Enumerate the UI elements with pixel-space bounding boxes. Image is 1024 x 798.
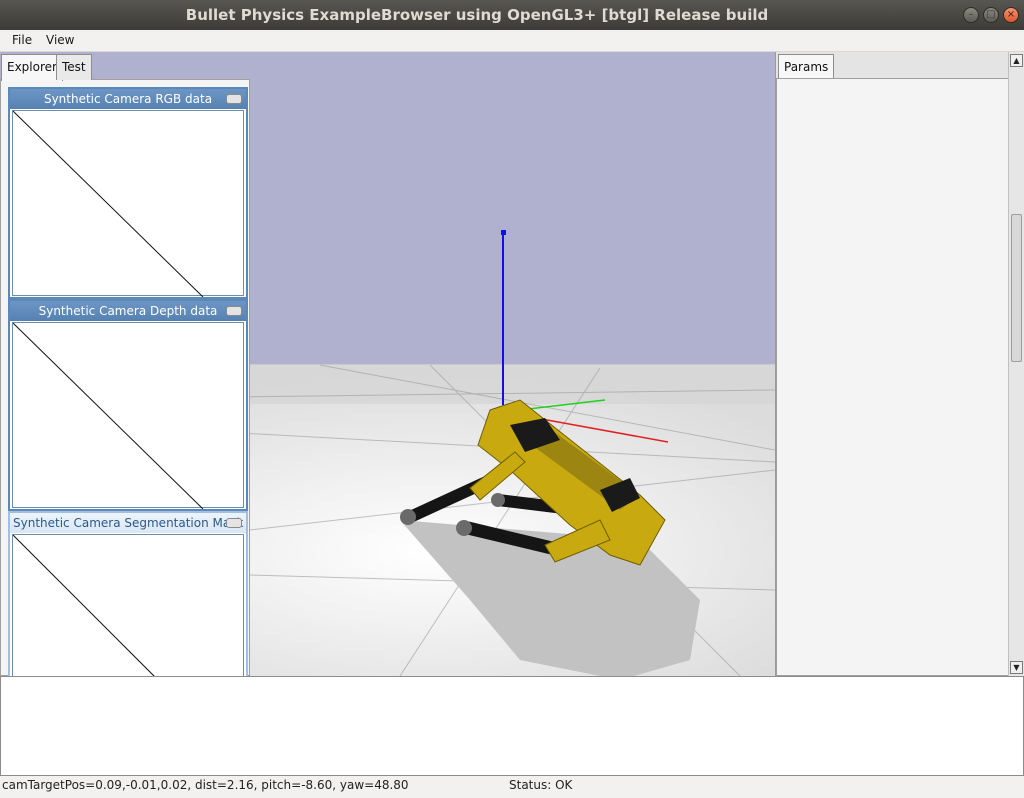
camera-depth-image	[12, 322, 244, 509]
tab-test[interactable]: Test	[56, 54, 92, 80]
window-titlebar: – □ × Bullet Physics ExampleBrowser usin…	[0, 0, 1024, 30]
menu-bar: File View	[0, 30, 1024, 52]
camera-rgb-image	[12, 110, 244, 297]
console-area[interactable]	[0, 676, 1024, 776]
robot-foot-3	[491, 493, 505, 507]
params-scrollbar[interactable]: ▲ ▼	[1008, 52, 1024, 676]
scroll-down-icon[interactable]: ▼	[1010, 661, 1023, 674]
menu-view[interactable]: View	[46, 33, 74, 47]
minimize-icon[interactable]	[226, 94, 242, 104]
camera-window-rgb-title: Synthetic Camera RGB data	[10, 89, 246, 109]
params-body	[776, 78, 1009, 676]
minimize-button[interactable]: –	[963, 7, 979, 23]
minimize-icon[interactable]	[226, 306, 242, 316]
axis-z-tip	[501, 230, 506, 235]
status-ok-text: Status: OK	[509, 778, 573, 792]
camera-window-depth[interactable]: Synthetic Camera Depth data	[8, 299, 248, 511]
tab-explorer[interactable]: Explorer	[1, 54, 63, 81]
robot-foot-2	[456, 520, 472, 536]
minimize-icon[interactable]	[226, 518, 242, 528]
scroll-thumb[interactable]	[1011, 214, 1022, 362]
params-panel: Params ▲ ▼	[775, 52, 1024, 676]
camera-window-depth-title: Synthetic Camera Depth data	[10, 301, 246, 321]
camera-window-segmentation-title: Synthetic Camera Segmentation Mask	[10, 513, 246, 533]
menu-file[interactable]: File	[12, 33, 32, 47]
status-bar: camTargetPos=0.09,-0.01,0.02, dist=2.16,…	[0, 776, 1024, 798]
camera-window-rgb[interactable]: Synthetic Camera RGB data	[8, 87, 248, 299]
scroll-up-icon[interactable]: ▲	[1010, 54, 1023, 67]
window-title: Bullet Physics ExampleBrowser using Open…	[185, 6, 769, 24]
camera-status-text: camTargetPos=0.09,-0.01,0.02, dist=2.16,…	[2, 778, 409, 792]
tab-params[interactable]: Params	[778, 54, 835, 81]
explorer-tabs: Explorer Test	[0, 52, 250, 81]
close-button[interactable]: ×	[1003, 7, 1019, 23]
maximize-button[interactable]: □	[983, 7, 999, 23]
robot-foot-1	[400, 509, 416, 525]
